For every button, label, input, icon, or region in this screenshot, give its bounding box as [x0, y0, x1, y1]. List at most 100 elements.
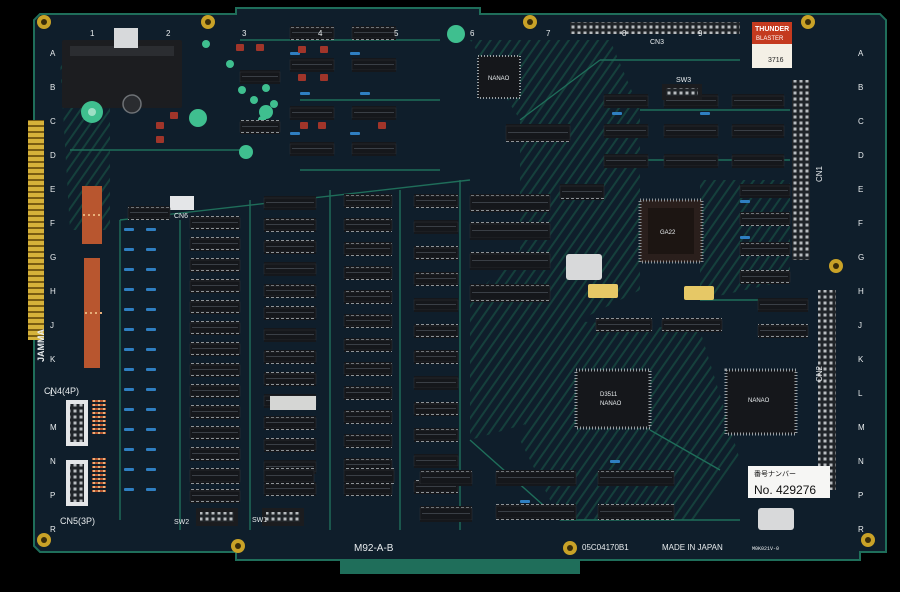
cpu-mid-label-2: NANAO [600, 401, 622, 407]
row-letter: K [50, 355, 56, 364]
ceramic-capacitor [740, 200, 750, 203]
film-capacitor [236, 44, 244, 51]
jamma-edge-connector [28, 120, 44, 340]
ceramic-capacitor [124, 448, 134, 451]
cn4-label: CN4(4P) [44, 386, 79, 396]
row-letter: M [858, 423, 865, 432]
ceramic-capacitor [124, 408, 134, 411]
ceramic-capacitor [124, 428, 134, 431]
ceramic-capacitor [146, 228, 156, 231]
eprom-label [270, 396, 316, 410]
row-letter: E [50, 185, 55, 194]
column-number: 7 [546, 29, 551, 38]
thunder-serial: 3716 [768, 57, 784, 64]
ceramic-capacitor [146, 468, 156, 471]
part-number: 05C04170B1 [582, 543, 629, 552]
row-letter: D [50, 151, 56, 160]
cpu-right-label: NANAO [748, 398, 770, 404]
row-letter: F [50, 219, 55, 228]
cn3-label: CN3 [650, 39, 664, 46]
plcc-label: GA22 [660, 230, 676, 236]
column-number: 5 [394, 29, 399, 38]
board-id: M92-A-B [354, 543, 394, 554]
cn6-header [170, 196, 194, 210]
serial-sticker: 番号ナンバー No. 429276 [748, 466, 830, 498]
row-letter: M [50, 423, 57, 432]
thunder-line1: THUNDER [755, 26, 789, 33]
row-letter: H [50, 287, 56, 296]
cn3-header [570, 22, 740, 34]
small-capacitor [262, 84, 270, 92]
crystal-oscillator [566, 254, 602, 280]
row-letter: N [50, 457, 56, 466]
film-capacitor [300, 122, 308, 129]
row-letter: H [858, 287, 864, 296]
ceramic-capacitor [290, 132, 300, 135]
column-number: 9 [698, 29, 703, 38]
column-number: 3 [242, 29, 247, 38]
row-letter: G [50, 253, 56, 262]
cpu-mid-qfp [574, 368, 652, 430]
cn5-pins [70, 464, 84, 502]
row-letter: E [858, 185, 863, 194]
sw3-label: SW3 [676, 77, 691, 84]
ceramic-capacitor [146, 348, 156, 351]
crystal-oscillator [758, 508, 794, 530]
ceramic-capacitor [124, 228, 134, 231]
ceramic-capacitor [124, 468, 134, 471]
cn4-pins [70, 404, 84, 442]
row-letter: K [858, 355, 864, 364]
ceramic-capacitor [146, 488, 156, 491]
ceramic-capacitor [612, 112, 622, 115]
row-letter: J [858, 321, 862, 330]
film-capacitor [156, 136, 164, 143]
ceramic-capacitor [124, 268, 134, 271]
film-capacitor [156, 122, 164, 129]
sw1-label: SW1 [252, 517, 267, 524]
ceramic-capacitor [146, 428, 156, 431]
small-capacitor [238, 86, 246, 94]
row-letter: N [858, 457, 864, 466]
small-capacitor [270, 100, 278, 108]
serial-sticker-number: No. 429276 [754, 483, 816, 497]
film-capacitor [298, 74, 306, 81]
ceramic-capacitor [124, 328, 134, 331]
ceramic-capacitor [146, 408, 156, 411]
row-letter: R [858, 525, 864, 534]
row-letter: F [858, 219, 863, 228]
row-letter: A [50, 49, 56, 58]
ceramic-capacitor [146, 248, 156, 251]
cn1-header [792, 80, 810, 260]
made-in-label: MADE IN JAPAN [662, 543, 723, 552]
film-capacitor [320, 46, 328, 53]
ceramic-capacitor [740, 236, 750, 239]
film-capacitor [318, 122, 326, 129]
ceramic-capacitor [124, 288, 134, 291]
film-capacitor [298, 46, 306, 53]
cn6-label: CN6 [174, 213, 188, 220]
row-letter: B [858, 83, 863, 92]
film-capacitor [170, 112, 178, 119]
ceramic-capacitor [700, 112, 710, 115]
film-capacitor [378, 122, 386, 129]
ceramic-capacitor [146, 388, 156, 391]
ceramic-capacitor [146, 328, 156, 331]
row-letter: J [50, 321, 54, 330]
cn1-label: CN1 [815, 165, 824, 182]
ceramic-capacitor [360, 92, 370, 95]
crystal-oscillator [588, 284, 618, 298]
column-number: 4 [318, 29, 323, 38]
column-number: 6 [470, 29, 475, 38]
row-letter: B [50, 83, 55, 92]
ceramic-capacitor [124, 488, 134, 491]
ceramic-capacitor [146, 308, 156, 311]
column-number: 1 [90, 29, 95, 38]
small-code: M0K021V-0 [752, 546, 779, 552]
small-capacitor [250, 96, 258, 104]
row-letter: D [858, 151, 864, 160]
ceramic-capacitor [146, 368, 156, 371]
ceramic-capacitor [124, 248, 134, 251]
electrolytic-capacitor [239, 145, 253, 159]
row-letter: C [50, 117, 56, 126]
ceramic-capacitor [124, 368, 134, 371]
